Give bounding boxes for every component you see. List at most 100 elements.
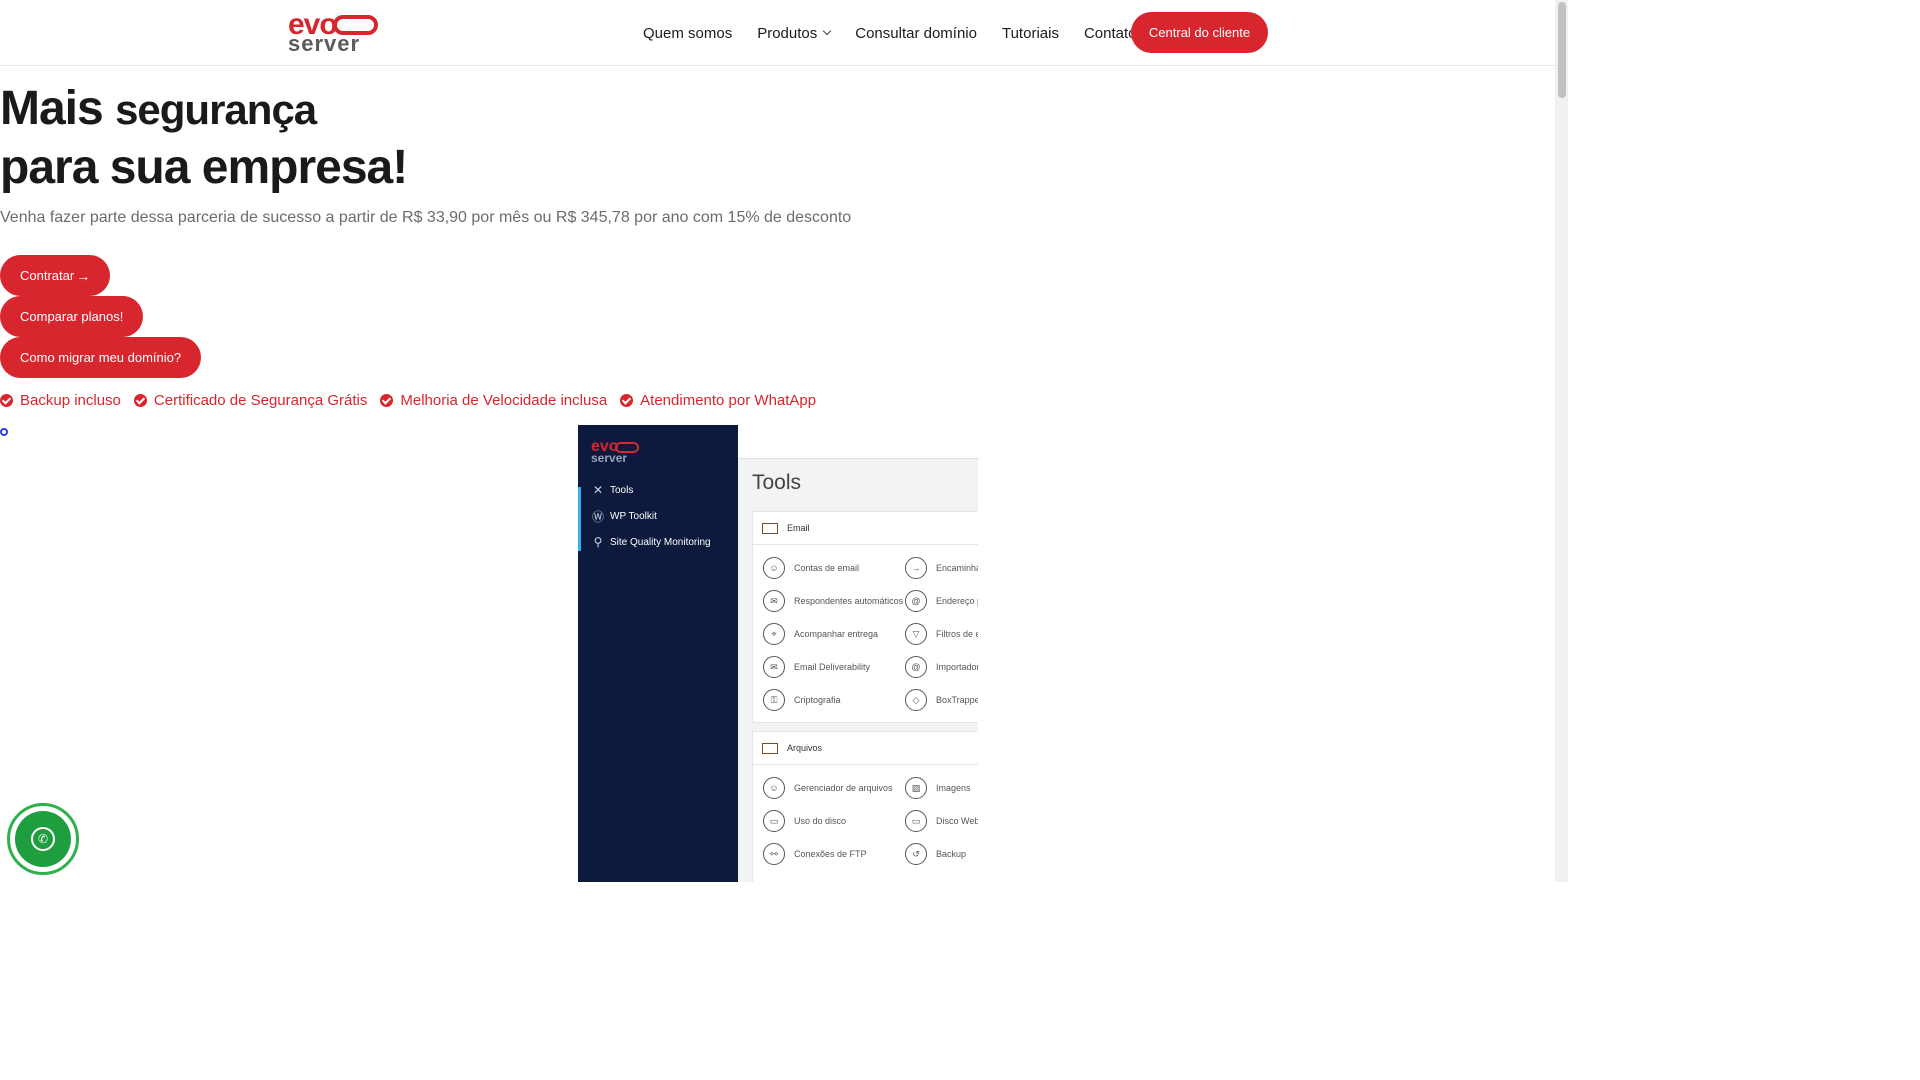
ftp-icon: ⚯ xyxy=(763,843,785,865)
check-icon xyxy=(620,394,634,407)
envelope-icon xyxy=(762,522,778,534)
tool-item: ↺ Backup xyxy=(905,843,966,865)
scrollbar[interactable] xyxy=(1555,0,1568,882)
feature-label: Atendimento por WhatApp xyxy=(640,392,817,409)
logo-server: server xyxy=(288,31,361,56)
tool-item: ▭ Disco Web xyxy=(905,810,978,832)
tool-label: BoxTrapper xyxy=(936,695,978,705)
tools-icon: ✕ xyxy=(592,483,604,497)
tool-item: ✉ Email Deliverability xyxy=(763,656,870,678)
whatsapp-circle: ✆ xyxy=(15,811,71,867)
central-do-cliente-button[interactable]: Central do cliente xyxy=(1131,12,1268,53)
backup-icon: ↺ xyxy=(905,843,927,865)
hero-subtitle: Venha fazer parte dessa parceria de suce… xyxy=(0,209,852,226)
nav-tutoriais[interactable]: Tutoriais xyxy=(1002,25,1059,42)
feature-item: Certificado de Segurança Grátis xyxy=(133,392,367,409)
feature-list: Backup incluso Certificado de Segurança … xyxy=(0,392,829,409)
tool-label: Endereço pa xyxy=(936,596,978,606)
contratar-button[interactable]: Contratar → xyxy=(0,255,111,296)
feature-label: Backup incluso xyxy=(20,392,121,409)
folder-icon xyxy=(762,742,778,754)
hero-title-part1: Mais xyxy=(0,82,104,135)
sidebar-item-wp-toolkit: Ⓦ WP Toolkit xyxy=(591,509,657,524)
email-panel: Email ☺ Contas de email ✉ Respondentes aut… xyxy=(752,511,978,723)
location-icon: ⌖ xyxy=(763,623,785,645)
tool-label: Contas de email xyxy=(794,563,860,573)
nav-consultar-dominio[interactable]: Consultar domínio xyxy=(855,25,977,42)
sidebar-item-tools: ✕ Tools xyxy=(591,483,633,497)
files-panel-header: Arquivos xyxy=(753,732,978,765)
lock-icon: ⚿ xyxy=(763,689,785,711)
tool-label: Respondentes automáticos xyxy=(794,596,904,606)
sidebar-item-label: Site Quality Monitoring xyxy=(610,536,711,548)
check-icon xyxy=(133,394,147,407)
tool-item: ▽ Filtros de er xyxy=(905,623,978,645)
loading-icon xyxy=(0,428,8,436)
tool-item: ▭ Uso do disco xyxy=(763,810,846,832)
mock-topbar xyxy=(738,425,978,459)
file-manager-icon: ☺ xyxy=(763,777,785,799)
contratar-label: Contratar xyxy=(20,268,75,283)
arrow-right-icon: → xyxy=(76,267,91,284)
hero-title-line2: para sua empresa! xyxy=(0,141,408,194)
at-icon: @ xyxy=(905,590,927,612)
tool-label: Imagens xyxy=(936,783,971,793)
files-panel: Arquivos ☺ Gerenciador de arquivos ▭ Uso d… xyxy=(752,731,978,882)
feature-item: Melhoria de Velocidade inclusa xyxy=(380,392,607,409)
whatsapp-button[interactable]: ✆ xyxy=(7,803,79,875)
at-icon: @ xyxy=(905,656,927,678)
cpanel-screenshot: evo server ✕ Tools Ⓦ WP Toolkit ⚲ Site Qual… xyxy=(578,425,978,882)
tool-label: Criptografia xyxy=(794,695,841,705)
chevron-down-icon xyxy=(823,26,832,36)
nav-produtos-label: Produtos xyxy=(757,24,818,42)
sidebar-item-label: Tools xyxy=(610,484,634,496)
feature-item: Atendimento por WhatApp xyxy=(620,392,816,409)
tool-label: Backup xyxy=(936,849,967,859)
comparar-planos-button[interactable]: Comparar planos! xyxy=(0,296,144,337)
mock-title: Tools xyxy=(752,471,802,494)
tool-item: @ Importador xyxy=(905,656,978,678)
tool-item: ☺ Contas de email xyxy=(763,557,859,579)
tool-label: Conexões de FTP xyxy=(794,849,867,859)
tool-label: Uso do disco xyxy=(794,816,847,826)
sidebar-item-site-quality: ⚲ Site Quality Monitoring xyxy=(591,535,711,549)
mock-logo-server: server xyxy=(591,451,628,465)
whatsapp-icon: ✆ xyxy=(31,827,55,851)
user-icon: ☺ xyxy=(763,557,785,579)
tool-item: ⚯ Conexões de FTP xyxy=(763,843,867,865)
site-header: evo server Quem somos Produtos Consultar… xyxy=(0,0,1555,66)
hero-title-part2: segurança xyxy=(115,86,317,133)
filter-icon: ▽ xyxy=(905,623,927,645)
mock-main: Tools Email ☺ Contas de email ✉ Respondent… xyxy=(738,425,978,882)
hero-title: Mais segurança para sua empresa! xyxy=(0,80,408,197)
tool-item: ☺ Gerenciador de arquivos xyxy=(763,777,893,799)
web-disk-icon: ▭ xyxy=(905,810,927,832)
tool-item: → Encaminhad xyxy=(905,557,978,579)
tool-item: ⚿ Criptografia xyxy=(763,689,841,711)
tool-item: @ Endereço pa xyxy=(905,590,978,612)
mock-sidebar: evo server ✕ Tools Ⓦ WP Toolkit ⚲ Site Qual… xyxy=(578,425,738,882)
feature-item: Backup incluso xyxy=(0,392,121,409)
files-panel-title: Arquivos xyxy=(787,743,823,753)
tool-label: Acompanhar entrega xyxy=(794,629,879,639)
email-panel-header: Email xyxy=(753,512,978,545)
nav-contato[interactable]: Contato xyxy=(1084,25,1137,42)
mailbox-icon: ✉ xyxy=(763,656,785,678)
forward-icon: → xyxy=(905,557,927,579)
tool-label: Importador xyxy=(936,662,978,672)
tool-item: ◇ BoxTrapper xyxy=(905,689,978,711)
nav-quem-somos[interactable]: Quem somos xyxy=(643,25,732,42)
tool-item: ✉ Respondentes automáticos xyxy=(763,590,903,612)
mock-logo: evo server xyxy=(591,439,641,465)
tool-label: Filtros de er xyxy=(936,629,978,639)
scrollbar-thumb[interactable] xyxy=(1558,2,1566,98)
nav-produtos[interactable]: Produtos xyxy=(757,24,832,42)
tool-item: ▨ Imagens xyxy=(905,777,971,799)
evo-server-logo[interactable]: evo server xyxy=(288,10,380,56)
como-migrar-button[interactable]: Como migrar meu domínio? xyxy=(0,337,202,378)
tool-label: Encaminhad xyxy=(936,563,978,573)
tool-item: ⌖ Acompanhar entrega xyxy=(763,623,878,645)
magnifier-icon: ⚲ xyxy=(593,535,603,549)
main-nav: Quem somos Produtos Consultar domínio Tu… xyxy=(643,0,1162,66)
tool-label: Email Deliverability xyxy=(794,662,871,672)
